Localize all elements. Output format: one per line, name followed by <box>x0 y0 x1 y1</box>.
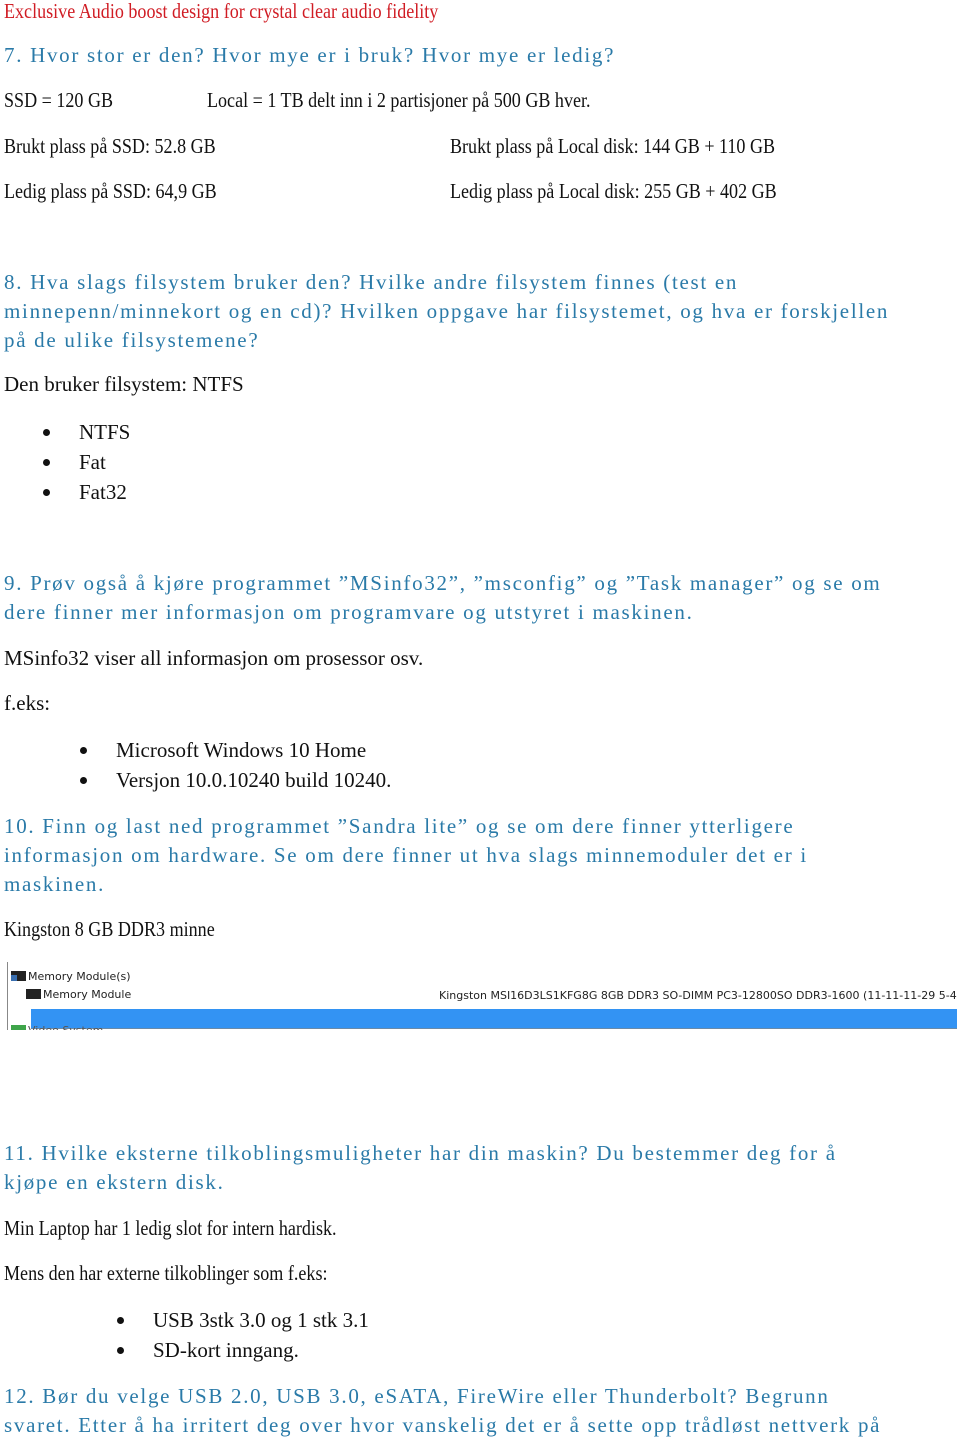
question-11-line: 11. Hvilke eksterne tilkoblingsmulighete… <box>4 1141 837 1165</box>
question-11-line: kjøpe en ekstern disk. <box>4 1170 225 1194</box>
bullet-icon <box>117 1317 124 1324</box>
question-7: 7. Hvor stor er den? Hvor mye er i bruk?… <box>4 41 615 70</box>
question-10: 10. Finn og last ned programmet ”Sandra … <box>4 812 808 899</box>
bullet-icon <box>43 459 50 466</box>
question-9-line: 9. Prøv også å kjøre programmet ”MSinfo3… <box>4 571 882 595</box>
bullet-icon <box>80 777 87 784</box>
selected-row-highlight[interactable] <box>31 1009 957 1029</box>
tree-item-memory-module[interactable]: Memory Module <box>26 988 131 1001</box>
question-10-line: 10. Finn og last ned programmet ”Sandra … <box>4 814 795 838</box>
memory-group-icon <box>11 971 26 981</box>
bullet-icon <box>117 1347 124 1354</box>
memory-module-value: Kingston MSI16D3LS1KFG8G 8GB DDR3 SO-DIM… <box>439 989 957 1002</box>
local-used-space: Brukt plass på Local disk: 144 GB + 110 … <box>450 134 776 158</box>
q10-answer: Kingston 8 GB DDR3 minne <box>4 917 215 941</box>
question-8: 8. Hva slags filsystem bruker den? Hvilk… <box>4 268 889 355</box>
question-8-line: på de ulike filsystemene? <box>4 328 260 352</box>
question-8-line: 8. Hva slags filsystem bruker den? Hvilk… <box>4 270 739 294</box>
q11-answer-1: Min Laptop har 1 ledig slot for intern h… <box>4 1216 337 1240</box>
sandra-screenshot: Memory Module(s) Memory Module Kingston … <box>5 962 957 1030</box>
question-10-line: informasjon om hardware. Se om dere finn… <box>4 843 808 867</box>
question-7-line: 7. Hvor stor er den? Hvor mye er i bruk?… <box>4 43 616 67</box>
ssd-used-space: Brukt plass på SSD: 52.8 GB <box>4 134 216 158</box>
tree-group-memory-modules[interactable]: Memory Module(s) <box>11 970 131 983</box>
example-label: f.eks: <box>4 691 51 715</box>
bullet-icon <box>43 429 50 436</box>
question-8-line: minnepenn/minnekort og en cd)? Hvilken o… <box>4 299 890 323</box>
question-12: 12. Bør du velge USB 2.0, USB 3.0, eSATA… <box>4 1382 881 1440</box>
ssd-free-space: Ledig plass på SSD: 64,9 GB <box>4 179 217 203</box>
q11-answer-2: Mens den har externe tilkoblinger som f.… <box>4 1261 328 1285</box>
local-free-space: Ledig plass på Local disk: 255 GB + 402 … <box>450 179 777 203</box>
bullet-icon <box>43 489 50 496</box>
question-11: 11. Hvilke eksterne tilkoblingsmulighete… <box>4 1139 837 1197</box>
question-9: 9. Prøv også å kjøre programmet ”MSinfo3… <box>4 569 881 627</box>
tree-group-video-system[interactable]: Video System <box>11 1024 103 1030</box>
question-9-line: dere finner mer informasjon om programva… <box>4 600 694 624</box>
local-disk-size: Local = 1 TB delt inn i 2 partisjoner på… <box>207 88 591 112</box>
tree-guide-line <box>7 962 8 1030</box>
q9-answer: MSinfo32 viser all informasjon om proses… <box>4 646 424 670</box>
question-10-line: maskinen. <box>4 872 106 896</box>
video-system-icon <box>11 1025 26 1030</box>
bullet-icon <box>80 747 87 754</box>
promo-banner-text: Exclusive Audio boost design for crystal… <box>4 0 439 23</box>
question-12-line: 12. Bør du velge USB 2.0, USB 3.0, eSATA… <box>4 1384 830 1408</box>
q8-answer: Den bruker filsystem: NTFS <box>4 372 244 396</box>
question-12-line: svaret. Etter å ha irritert deg over hvo… <box>4 1413 882 1437</box>
ssd-size: SSD = 120 GB <box>4 88 114 112</box>
memory-chip-icon <box>26 989 41 999</box>
